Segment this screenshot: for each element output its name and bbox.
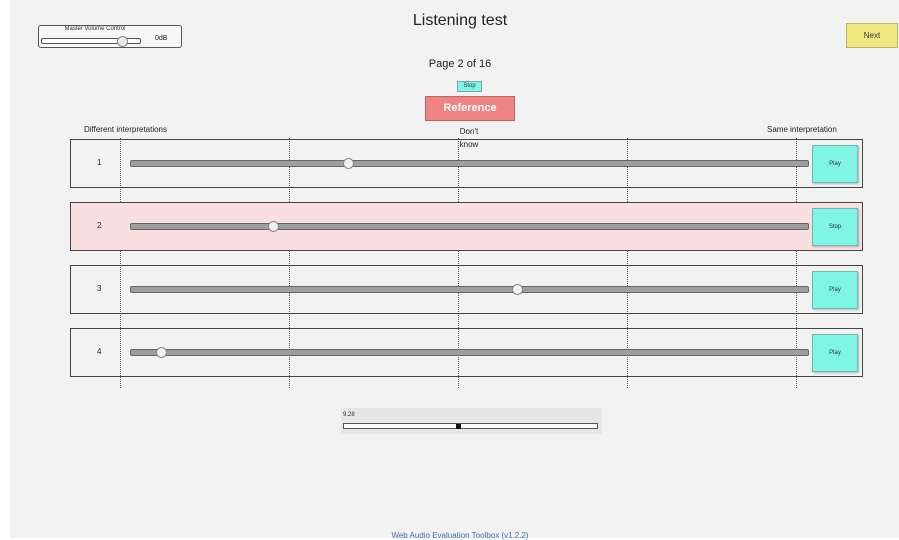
row-number: 4 — [97, 347, 102, 356]
playback-position: 9.28 — [341, 408, 602, 434]
row-number: 2 — [97, 221, 102, 230]
master-volume-title: Master Volume Control — [64, 26, 126, 32]
rating-row: 1 Play — [70, 139, 863, 188]
rating-slider-knob[interactable] — [268, 221, 280, 232]
stop-button[interactable]: Stop — [457, 81, 482, 92]
rating-row: 4 Play — [70, 328, 863, 377]
toolbox-footer-link[interactable]: Web Audio Evaluation Toolbox (v1.2.2) — [310, 531, 610, 540]
master-volume-slider[interactable] — [41, 36, 141, 47]
rating-row: 3 Play — [70, 265, 863, 314]
row-number: 3 — [97, 284, 102, 293]
rating-slider-knob[interactable] — [156, 347, 168, 358]
stop-playback-button[interactable]: Stop — [812, 208, 858, 246]
master-volume-control: Master Volume Control 0dB — [38, 25, 182, 48]
rating-slider[interactable] — [130, 221, 809, 232]
scale-label-left: Different interpretations — [84, 125, 168, 134]
rating-slider[interactable] — [130, 347, 809, 358]
play-button[interactable]: Play — [812, 334, 858, 372]
reference-button[interactable]: Reference — [425, 96, 515, 121]
rating-slider-knob[interactable] — [511, 284, 523, 295]
playback-marker[interactable] — [455, 424, 461, 429]
page-title: Listening test — [412, 12, 508, 29]
test-page: Master Volume Control 0dB Listening test… — [10, 0, 899, 540]
scale-label-right: Same interpretation — [767, 125, 837, 134]
next-button[interactable]: Next — [846, 23, 898, 48]
page-indicator: Page 2 of 16 — [428, 58, 492, 70]
rating-slider[interactable] — [130, 284, 809, 295]
play-button[interactable]: Play — [812, 271, 858, 309]
master-volume-level: 0dB — [155, 35, 168, 42]
rating-slider[interactable] — [130, 158, 809, 169]
master-volume-knob[interactable] — [117, 36, 129, 47]
playback-scrubber[interactable] — [343, 423, 598, 429]
play-button[interactable]: Play — [812, 145, 858, 183]
rating-row: 2 Stop — [70, 202, 863, 251]
playback-time: 9.28 — [343, 412, 355, 418]
row-number: 1 — [97, 158, 102, 167]
rating-slider-knob[interactable] — [342, 158, 354, 169]
